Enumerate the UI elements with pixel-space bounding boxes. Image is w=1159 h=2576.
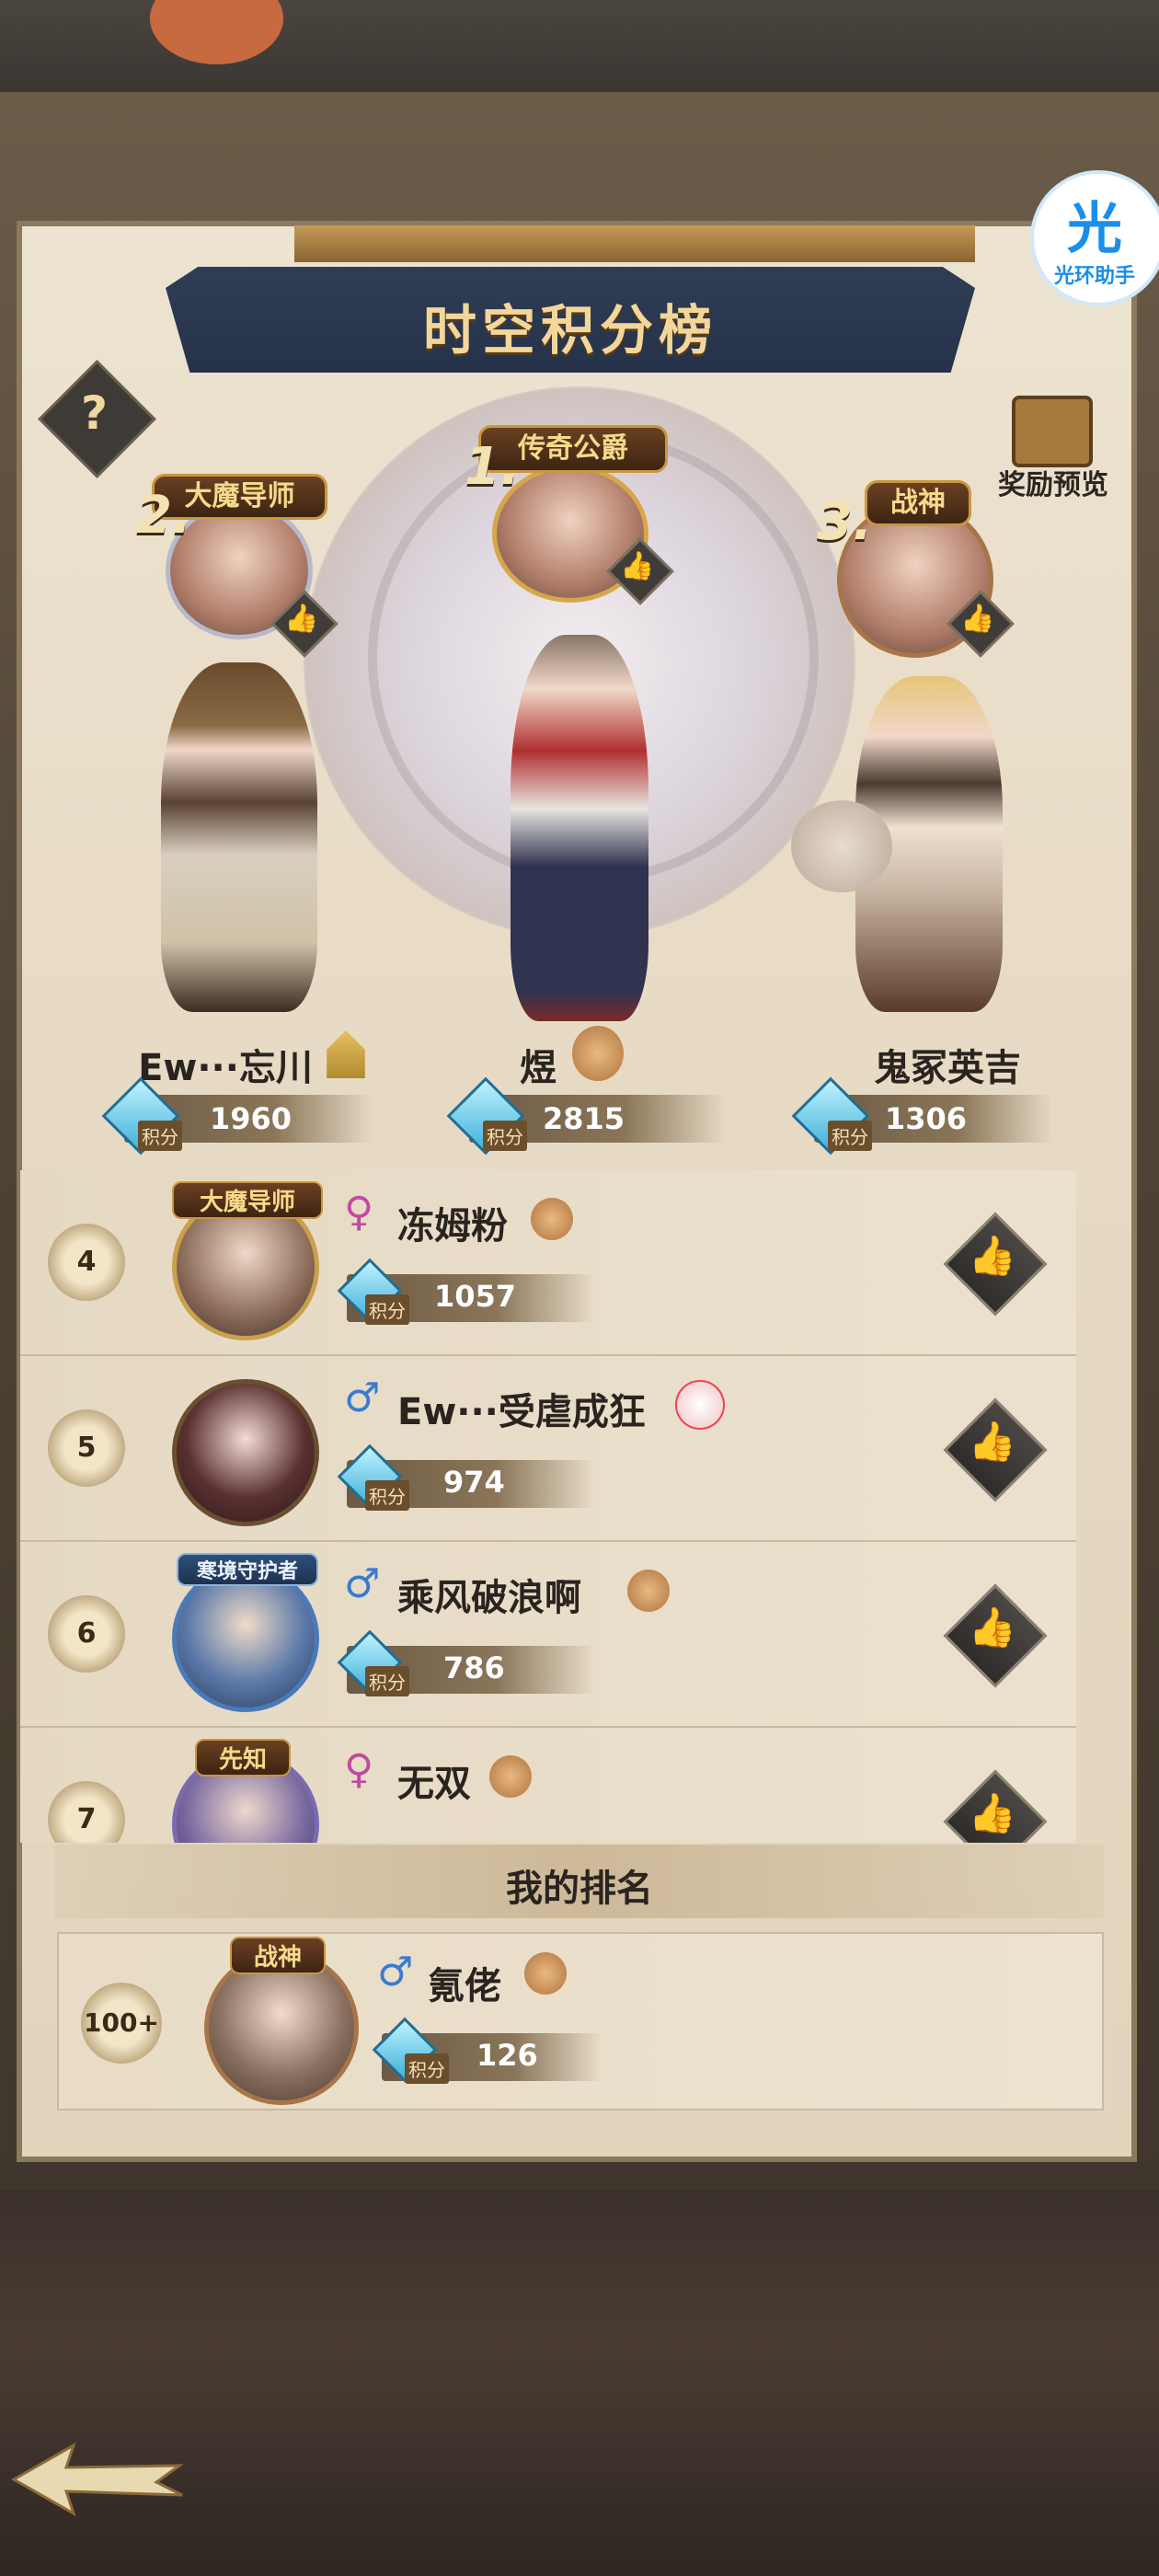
thumbs-up-icon: 👍 [284,603,319,635]
score-tag: 积分 [138,1121,182,1151]
score-tag: 积分 [483,1121,527,1151]
teddy-bear-icon [531,1198,573,1240]
podium-2-score: 1960 [210,1101,293,1136]
podium-3-rank: 3. [817,492,873,552]
fox-tail-decoration [791,800,892,892]
help-icon: ? [80,386,108,440]
rank-number: 6 [48,1595,125,1673]
list-item[interactable]: 4 大魔导师 ♀ 冻姆粉 积分 1057 👍 [20,1170,1076,1356]
podium-2-name: Ew···忘川 [138,1047,313,1089]
player-score: 1057 [434,1279,517,1314]
title-badge: 大魔导师 [172,1181,323,1219]
title-badge: 先知 [195,1739,291,1777]
my-score: 126 [476,2038,538,2073]
score-tag: 积分 [365,1294,409,1325]
male-icon: ♂ [344,1560,381,1607]
podium-1-character [511,635,648,1021]
assistant-label: 光环助手 [1053,265,1135,288]
podium-3-score: 1306 [885,1101,968,1136]
avatar[interactable] [172,1379,319,1526]
score-tag: 积分 [405,2053,449,2084]
list-item[interactable]: 7 先知 ♀ 无双 👍 [20,1728,1076,1843]
male-icon: ♂ [344,1374,381,1421]
female-icon: ♀ [344,1746,374,1793]
male-icon: ♂ [377,1949,414,1995]
female-icon: ♀ [344,1189,374,1236]
page-title: 时空积分榜 [422,299,717,362]
treasure-chest-icon[interactable] [1012,396,1093,467]
podium-1-score: 2815 [543,1101,625,1136]
player-name: 乘风破浪啊 [397,1577,581,1619]
thumbs-up-icon: 👍 [968,1233,1017,1278]
thumbs-up-icon: 👍 [968,1419,1017,1464]
score-tag: 积分 [365,1666,409,1696]
bunny-icon [675,1380,725,1430]
my-rank-title: 我的排名 [506,1868,653,1910]
podium-2-character [161,662,317,1012]
player-name: 冻姆粉 [397,1205,508,1248]
player-score: 786 [443,1650,505,1685]
score-tag: 积分 [828,1121,872,1151]
thumbs-up-icon: 👍 [968,1790,1017,1835]
thumbs-up-icon: 👍 [968,1604,1017,1650]
my-player-name: 氪佬 [428,1965,501,2007]
list-item[interactable]: 6 寒境守护者 ♂ 乘风破浪啊 积分 786 👍 [20,1542,1076,1728]
podium-3-title: 战神 [865,480,971,526]
player-name: Ew···受虐成狂 [397,1391,646,1433]
my-rank-number: 100+ [81,1983,162,2064]
my-title-badge: 战神 [230,1937,326,1974]
player-score: 974 [443,1465,505,1500]
player-name: 无双 [397,1763,471,1805]
back-arrow-icon[interactable] [9,2438,184,2521]
list-item[interactable]: 5 ♂ Ew···受虐成狂 积分 974 👍 [20,1356,1076,1542]
title-badge: 寒境守护者 [177,1553,318,1586]
avatar[interactable] [172,1565,319,1712]
teddy-bear-icon [524,1952,567,1995]
teddy-bear-icon [489,1755,532,1798]
assistant-logo-icon: 光 [1067,197,1122,261]
banner-rail [294,225,975,262]
reward-preview-label[interactable]: 奖励预览 [989,462,1118,502]
teddy-bear-icon [627,1570,670,1612]
score-tag: 积分 [365,1480,409,1511]
rank-number: 5 [48,1409,125,1487]
podium-3-name: 鬼冢英吉 [874,1047,1021,1089]
teddy-bear-icon [572,1026,624,1081]
thumbs-up-icon: 👍 [620,550,655,582]
podium-1-rank: 1. [465,437,521,497]
thumbs-up-icon: 👍 [960,603,995,635]
rank-number: 4 [48,1224,125,1301]
podium-2-rank: 2. [136,486,192,546]
